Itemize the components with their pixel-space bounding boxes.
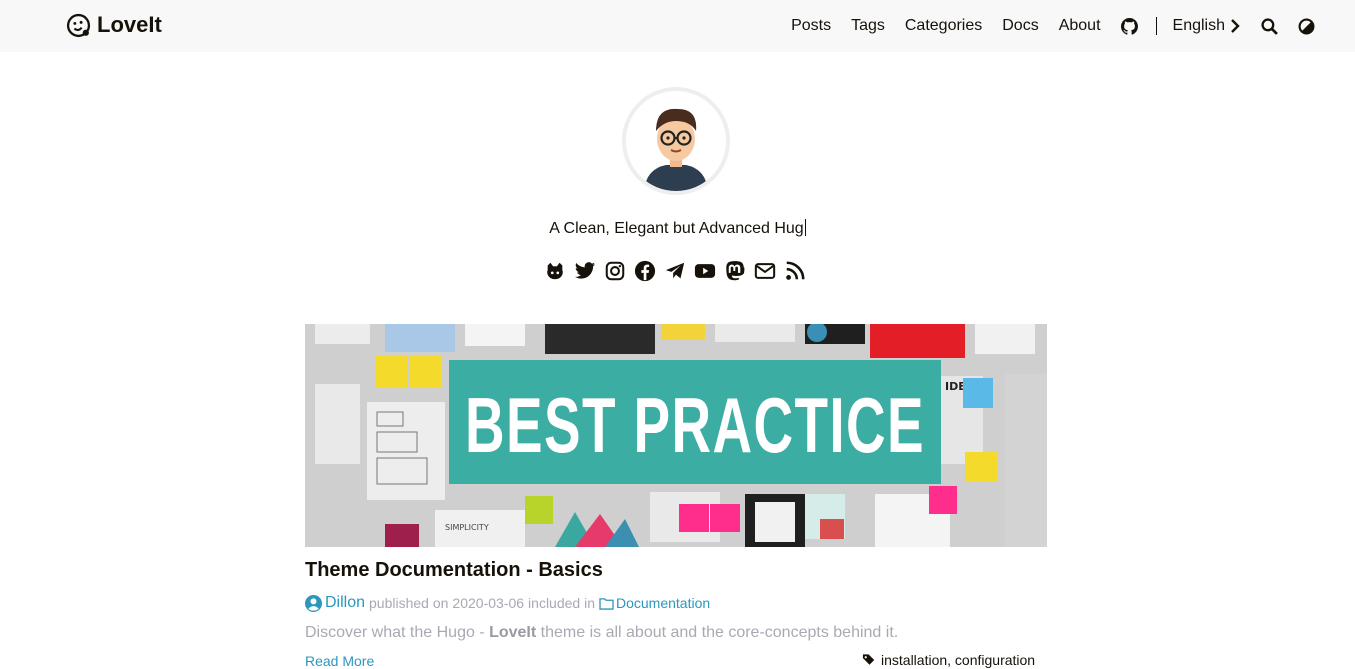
summary-bold: LoveIt: [489, 624, 537, 641]
avatar: [622, 87, 730, 195]
user-circle-icon: [305, 594, 322, 612]
twitter-icon[interactable]: [573, 258, 597, 284]
included-label: included in: [528, 595, 595, 611]
post-date: 2020-03-06: [452, 595, 525, 611]
tags-text: installation, configuration: [881, 652, 1036, 668]
mastodon-icon[interactable]: [723, 258, 747, 284]
post-category[interactable]: Documentation: [599, 595, 710, 611]
featured-caption: SIMPLICITY: [445, 523, 489, 532]
post-author[interactable]: Dillon: [305, 594, 365, 612]
instagram-icon[interactable]: [603, 258, 627, 284]
logo-text: LoveIt: [97, 12, 162, 37]
language-switcher[interactable]: English: [1173, 17, 1241, 35]
logo-icon: [66, 13, 91, 37]
post-tags[interactable]: installation, configuration: [862, 652, 1035, 668]
site-logo[interactable]: LoveIt: [66, 12, 162, 38]
rss-icon[interactable]: [783, 258, 807, 284]
chevron-right-icon: [1231, 19, 1240, 33]
featured-image[interactable]: SIMPLICITY IDEA BEST PRACTICE: [305, 324, 1047, 547]
github-icon[interactable]: [1120, 17, 1138, 35]
subtitle-text: A Clean, Elegant but Advanced Hug: [549, 220, 804, 237]
folder-icon: [599, 597, 614, 610]
theme-toggle-icon[interactable]: [1298, 18, 1315, 35]
typing-cursor: [804, 219, 806, 236]
published-label: published on: [369, 595, 449, 611]
social-links: [543, 258, 807, 284]
category-name: Documentation: [615, 595, 711, 611]
language-label: English: [1172, 17, 1225, 34]
facebook-icon[interactable]: [633, 258, 657, 284]
github-icon[interactable]: [543, 258, 567, 284]
site-header: LoveIt Posts Tags Categories Docs About …: [0, 0, 1355, 52]
nav-tags[interactable]: Tags: [851, 17, 885, 35]
summary-after: theme is all about and the core-concepts…: [536, 624, 899, 641]
featured-banner-text: BEST PRACTICE: [465, 381, 925, 469]
site-subtitle: A Clean, Elegant but Advanced Hug: [0, 219, 1355, 238]
email-icon[interactable]: [753, 258, 777, 284]
summary-before: Discover what the Hugo -: [305, 624, 490, 641]
author-name: Dillon: [325, 594, 366, 611]
telegram-icon[interactable]: [663, 258, 687, 284]
nav-about[interactable]: About: [1059, 17, 1101, 35]
post-title[interactable]: Theme Documentation - Basics: [305, 559, 603, 582]
post-meta: Dillon published on 2020-03-06 included …: [305, 594, 710, 612]
tags-icon: [862, 654, 875, 665]
nav-separator: [1155, 17, 1157, 35]
read-more-link[interactable]: Read More: [305, 653, 374, 669]
search-icon[interactable]: [1261, 17, 1278, 35]
nav-posts[interactable]: Posts: [791, 17, 831, 35]
nav-docs[interactable]: Docs: [1002, 17, 1038, 35]
youtube-icon[interactable]: [693, 258, 717, 284]
post-summary: Discover what the Hugo - LoveIt theme is…: [305, 624, 898, 642]
main-nav: Posts Tags Categories Docs About English: [771, 0, 1315, 52]
nav-categories[interactable]: Categories: [905, 17, 982, 35]
